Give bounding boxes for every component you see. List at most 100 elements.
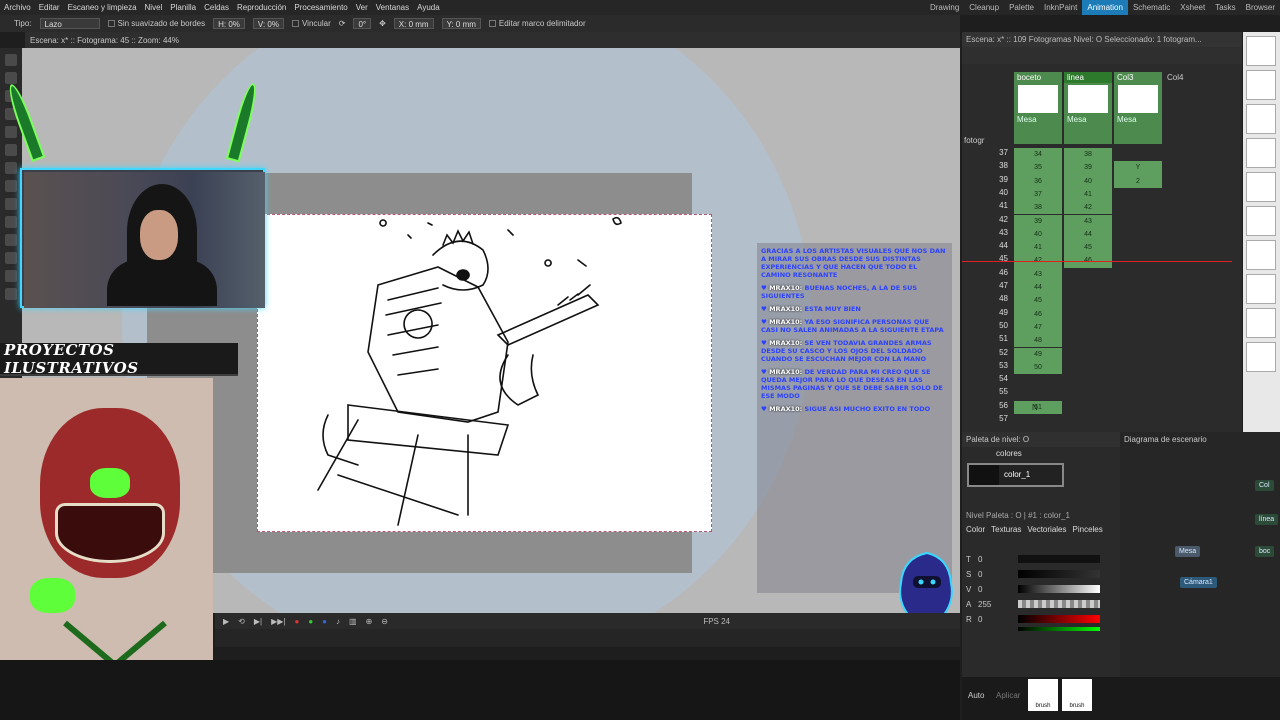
cell-boceto[interactable]: 34 xyxy=(1014,148,1062,162)
cell-col3[interactable]: Y xyxy=(1114,161,1162,175)
level-frame-thumbnail[interactable] xyxy=(1246,70,1276,100)
loop-icon[interactable]: ⟲ xyxy=(238,617,245,626)
pinch-tool-icon[interactable] xyxy=(5,252,17,264)
play-icon[interactable]: ▶ xyxy=(223,617,229,626)
frame-number[interactable]: 42 xyxy=(992,215,1008,224)
frame-number[interactable]: 41 xyxy=(992,201,1008,210)
cell-boceto[interactable]: 41 xyxy=(1014,241,1062,255)
h-scale-field[interactable]: H: 0% xyxy=(213,18,245,29)
tab-vector[interactable]: Vectoriales xyxy=(1027,525,1066,534)
style-chip[interactable]: color_1 xyxy=(967,463,1064,487)
node-mesa[interactable]: Mesa xyxy=(1175,546,1201,557)
menu-nivel[interactable]: Nivel xyxy=(141,3,167,12)
level-frame-thumbnail[interactable] xyxy=(1246,172,1276,202)
blue-channel-icon[interactable]: ● xyxy=(322,617,327,626)
xsheet-cells[interactable]: 37 34 38 38 35 39 Y 39 36 40 2 40 37 41 41 38 42 42 39 43 43… xyxy=(962,148,1237,428)
frame-number[interactable]: 44 xyxy=(992,241,1008,250)
cell-boceto[interactable]: 44 xyxy=(1014,281,1062,295)
frame-number[interactable]: 55 xyxy=(992,387,1008,396)
level-frame-thumbnail[interactable] xyxy=(1246,342,1276,372)
saturation-slider[interactable] xyxy=(1018,570,1100,578)
tab-brushes[interactable]: Pinceles xyxy=(1073,525,1103,534)
channel-value[interactable]: 0 xyxy=(978,585,982,594)
palette-tab[interactable]: colores xyxy=(962,447,1120,461)
cell-boceto[interactable]: 43 xyxy=(1014,267,1062,281)
value-slider[interactable] xyxy=(1018,585,1100,593)
cell-linea[interactable]: 45 xyxy=(1064,241,1112,255)
cell-linea[interactable]: 43 xyxy=(1064,214,1112,228)
selection-tool-icon[interactable] xyxy=(5,54,17,66)
alpha-slider[interactable] xyxy=(1018,600,1100,608)
frame-number[interactable]: 43 xyxy=(992,228,1008,237)
level-frame-thumbnail[interactable] xyxy=(1246,274,1276,304)
column-header-col3[interactable]: Col3 Mesa xyxy=(1114,72,1162,144)
frame-number[interactable]: 53 xyxy=(992,361,1008,370)
level-frame-thumbnail[interactable] xyxy=(1246,138,1276,168)
frame-number[interactable]: 54 xyxy=(992,374,1008,383)
rgb-picker-tool-icon[interactable] xyxy=(5,216,17,228)
level-frame-thumbnail[interactable] xyxy=(1246,240,1276,270)
level-frame-thumbnail[interactable] xyxy=(1246,308,1276,338)
cell-boceto[interactable]: 35 xyxy=(1014,161,1062,175)
level-frame-thumbnail[interactable] xyxy=(1246,104,1276,134)
cell-linea[interactable]: 41 xyxy=(1064,187,1112,202)
pump-tool-icon[interactable] xyxy=(5,270,17,282)
green-channel-icon[interactable]: ● xyxy=(308,617,313,626)
antialias-toggle[interactable]: Sin suavizado de bordes xyxy=(107,19,205,28)
zoom-in-icon[interactable]: ⊕ xyxy=(366,617,373,626)
brush-preset-1[interactable]: brush xyxy=(1028,679,1058,711)
room-browser[interactable]: Browser xyxy=(1241,0,1280,15)
link-toggle[interactable]: Vincular xyxy=(291,19,331,28)
level-frame-thumbnail[interactable] xyxy=(1246,206,1276,236)
room-cleanup[interactable]: Cleanup xyxy=(964,0,1004,15)
level-frame-thumbnail[interactable] xyxy=(1246,36,1276,66)
auto-button[interactable]: Auto xyxy=(968,691,984,700)
cell-boceto[interactable]: 50 xyxy=(1014,360,1062,375)
room-animation[interactable]: Animation xyxy=(1082,0,1128,15)
frame-number[interactable]: 37 xyxy=(992,148,1008,157)
node-camera[interactable]: Cámara1 xyxy=(1180,577,1217,588)
room-tasks[interactable]: Tasks xyxy=(1210,0,1240,15)
node-col[interactable]: Col xyxy=(1255,480,1274,491)
frame-number[interactable]: 50 xyxy=(992,321,1008,330)
menu-ventanas[interactable]: Ventanas xyxy=(372,3,413,12)
menu-celdas[interactable]: Celdas xyxy=(200,3,233,12)
frame-number[interactable]: 52 xyxy=(992,348,1008,357)
room-xsheet[interactable]: Xsheet xyxy=(1175,0,1210,15)
menu-procesamiento[interactable]: Procesamiento xyxy=(290,3,351,12)
frame-number[interactable]: 57 xyxy=(992,414,1008,423)
frame-zoom-select[interactable]: fotogr xyxy=(964,136,984,145)
cell-boceto[interactable]: 36 xyxy=(1014,174,1062,188)
edit-bbox-toggle[interactable]: Editar marco delimitador xyxy=(488,19,586,28)
tape-tool-icon[interactable] xyxy=(5,180,17,192)
frame-number[interactable]: 38 xyxy=(992,161,1008,170)
picker-tool-icon[interactable] xyxy=(5,198,17,210)
cell-boceto[interactable]: 47 xyxy=(1014,320,1062,335)
room-inknpaint[interactable]: InknPaint xyxy=(1039,0,1082,15)
cell-boceto[interactable]: 40 xyxy=(1014,227,1062,242)
cell-col3[interactable]: 2 xyxy=(1114,174,1162,188)
cell-linea[interactable]: 40 xyxy=(1064,174,1112,188)
brush-tool-icon[interactable] xyxy=(5,72,17,84)
control-point-tool-icon[interactable] xyxy=(5,234,17,246)
frame-number[interactable]: 47 xyxy=(992,281,1008,290)
fill-tool-icon[interactable] xyxy=(5,126,17,138)
tipo-select[interactable]: Lazo xyxy=(39,18,100,29)
cell-boceto[interactable]: 38 xyxy=(1014,201,1062,215)
cell-boceto[interactable]: 46 xyxy=(1014,307,1062,321)
tab-color[interactable]: Color xyxy=(966,525,985,534)
node-linea[interactable]: línea xyxy=(1255,514,1279,525)
eraser-tool-icon[interactable] xyxy=(5,162,17,174)
menu-ayuda[interactable]: Ayuda xyxy=(413,3,444,12)
menu-archivo[interactable]: Archivo xyxy=(0,3,35,12)
cell-linea[interactable]: 44 xyxy=(1064,227,1112,242)
channel-value[interactable]: 255 xyxy=(978,600,991,609)
frame-number[interactable]: 40 xyxy=(992,188,1008,197)
sound-icon[interactable]: ♪ xyxy=(336,617,340,626)
zoom-out-icon[interactable]: ⊖ xyxy=(381,617,388,626)
v-scale-field[interactable]: V: 0% xyxy=(252,18,284,29)
cell-linea[interactable]: 38 xyxy=(1064,148,1112,162)
menu-ver[interactable]: Ver xyxy=(352,3,372,12)
cell-linea[interactable]: 39 xyxy=(1064,161,1112,175)
red-slider[interactable] xyxy=(1018,615,1100,623)
